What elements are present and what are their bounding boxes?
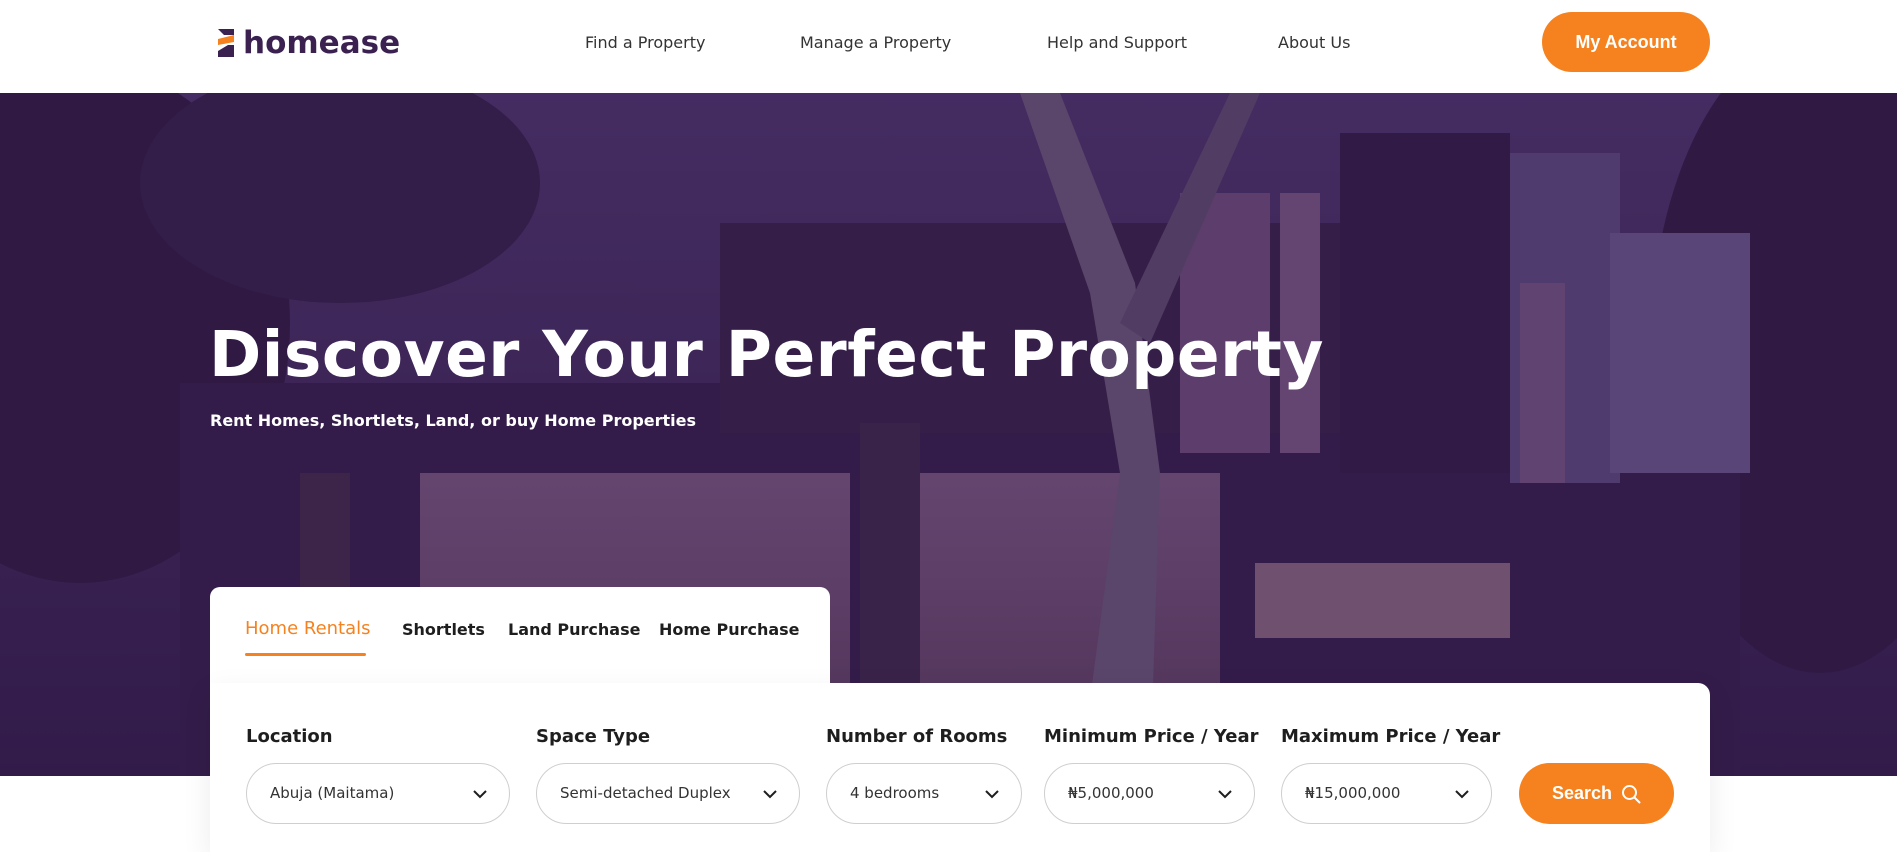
tab-land-purchase[interactable]: Land Purchase [508, 620, 640, 639]
my-account-button[interactable]: My Account [1542, 12, 1710, 72]
chevron-down-icon [473, 790, 487, 799]
max-price-label: Maximum Price / Year [1281, 726, 1501, 747]
max-price-select[interactable]: ₦15,000,000 [1281, 763, 1492, 824]
tab-shortlets[interactable]: Shortlets [402, 620, 485, 639]
hero-subtitle: Rent Homes, Shortlets, Land, or buy Home… [210, 411, 697, 430]
tab-home-purchase[interactable]: Home Purchase [659, 620, 800, 639]
chevron-down-icon [985, 790, 999, 799]
nav-help-support[interactable]: Help and Support [1047, 33, 1187, 52]
logo[interactable]: homease [216, 25, 400, 61]
min-price-value: ₦5,000,000 [1068, 784, 1154, 802]
search-button[interactable]: Search [1519, 763, 1674, 824]
chevron-down-icon [1218, 790, 1232, 799]
location-select[interactable]: Abuja (Maitama) [246, 763, 510, 824]
rooms-value: 4 bedrooms [850, 784, 940, 802]
search-button-label: Search [1551, 783, 1613, 803]
space-type-label: Space Type [536, 726, 651, 747]
nav-about-us[interactable]: About Us [1278, 33, 1350, 52]
nav-manage-property[interactable]: Manage a Property [800, 33, 951, 52]
max-price-value: ₦15,000,000 [1305, 784, 1401, 802]
rooms-select[interactable]: 4 bedrooms [826, 763, 1022, 824]
site-header: homease Find a Property Manage a Propert… [0, 0, 1897, 93]
logo-text: homease [243, 25, 401, 61]
chevron-down-icon [763, 790, 777, 799]
space-type-select[interactable]: Semi-detached Duplex [536, 763, 800, 824]
tab-home-rentals[interactable]: Home Rentals [245, 618, 371, 639]
property-type-tabs: Home Rentals Shortlets Land Purchase Hom… [210, 587, 830, 683]
logo-icon [218, 29, 234, 57]
min-price-label: Minimum Price / Year [1044, 726, 1259, 747]
location-value: Abuja (Maitama) [270, 784, 395, 802]
space-type-value: Semi-detached Duplex [560, 784, 731, 802]
min-price-select[interactable]: ₦5,000,000 [1044, 763, 1255, 824]
hero-title: Discover Your Perfect Property [209, 318, 1324, 391]
search-panel: Location Abuja (Maitama) Space Type Semi… [210, 683, 1710, 852]
rooms-label: Number of Rooms [826, 726, 1008, 747]
chevron-down-icon [1455, 790, 1469, 799]
location-label: Location [246, 726, 333, 747]
nav-find-property[interactable]: Find a Property [585, 33, 705, 52]
active-tab-indicator [245, 653, 366, 656]
search-icon [1622, 784, 1641, 803]
